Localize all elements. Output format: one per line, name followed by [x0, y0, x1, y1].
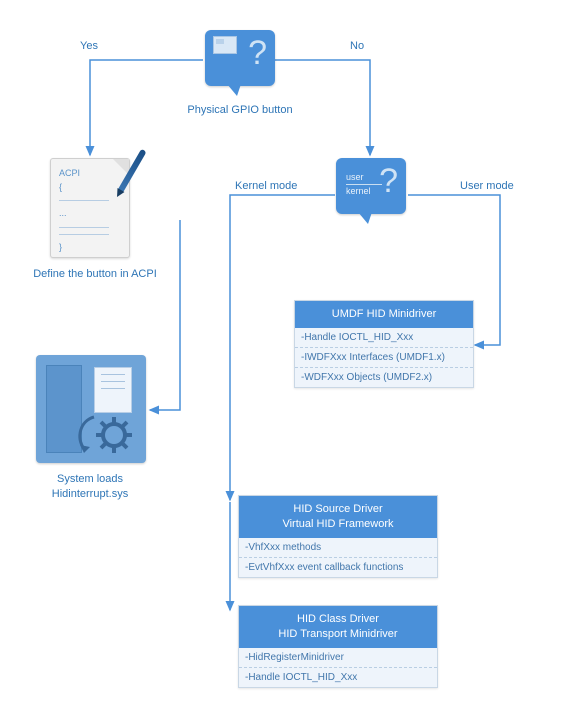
question-mark-icon: ? — [248, 34, 267, 73]
acpi-dots: ... — [59, 208, 67, 218]
umdf-minidriver-box: UMDF HID Minidriver -Handle IOCTL_HID_Xx… — [294, 300, 474, 388]
system-loads-caption-l2: Hidinterrupt.sys — [52, 488, 128, 500]
system-loads-caption: System loads Hidinterrupt.sys — [30, 472, 150, 503]
acpi-document-icon: ACPI { ... } — [50, 158, 130, 258]
umdf-row: -WDFXxx Objects (UMDF2.x) — [295, 367, 473, 387]
vhf-box: HID Source Driver Virtual HID Framework … — [238, 495, 438, 578]
decision-physical-gpio-label: Physical GPIO button — [165, 104, 315, 116]
acpi-doc-header: ACPI — [59, 168, 80, 178]
hid-class-title: HID Class Driver HID Transport Minidrive… — [239, 606, 437, 648]
hid-class-row: -Handle IOCTL_HID_Xxx — [239, 667, 437, 687]
vhf-title: HID Source Driver Virtual HID Framework — [239, 496, 437, 538]
mode-kernel-text: kernel — [346, 186, 382, 197]
vhf-title-l2: Virtual HID Framework — [282, 518, 393, 530]
decision-physical-gpio: ? — [205, 30, 275, 86]
vhf-row: -VhfXxx methods — [239, 538, 437, 557]
edge-label-yes: Yes — [80, 40, 98, 52]
hid-class-row: -HidRegisterMinidriver — [239, 648, 437, 667]
vhf-row: -EvtVhfXxx event callback functions — [239, 557, 437, 577]
acpi-brace-close: } — [59, 242, 62, 252]
gear-icon — [94, 415, 134, 455]
hid-class-title-l2: HID Transport Minidriver — [278, 628, 397, 640]
mode-user-text: user — [346, 172, 382, 183]
curved-arrow-icon — [74, 415, 100, 455]
umdf-title: UMDF HID Minidriver — [295, 301, 473, 328]
system-loads-icon — [36, 355, 146, 463]
umdf-row: -IWDFXxx Interfaces (UMDF1.x) — [295, 347, 473, 367]
decision-user-kernel: ? user kernel — [336, 158, 406, 214]
hid-class-box: HID Class Driver HID Transport Minidrive… — [238, 605, 438, 688]
acpi-caption: Define the button in ACPI — [25, 268, 165, 280]
vhf-title-l1: HID Source Driver — [293, 503, 382, 515]
edge-label-user-mode: User mode — [460, 180, 514, 192]
acpi-brace-open: { — [59, 182, 62, 192]
system-loads-caption-l1: System loads — [57, 473, 123, 485]
hid-class-title-l1: HID Class Driver — [297, 613, 379, 625]
edge-label-no: No — [350, 40, 364, 52]
umdf-row: -Handle IOCTL_HID_Xxx — [295, 328, 473, 347]
edge-label-kernel-mode: Kernel mode — [235, 180, 297, 192]
window-icon — [213, 36, 237, 54]
